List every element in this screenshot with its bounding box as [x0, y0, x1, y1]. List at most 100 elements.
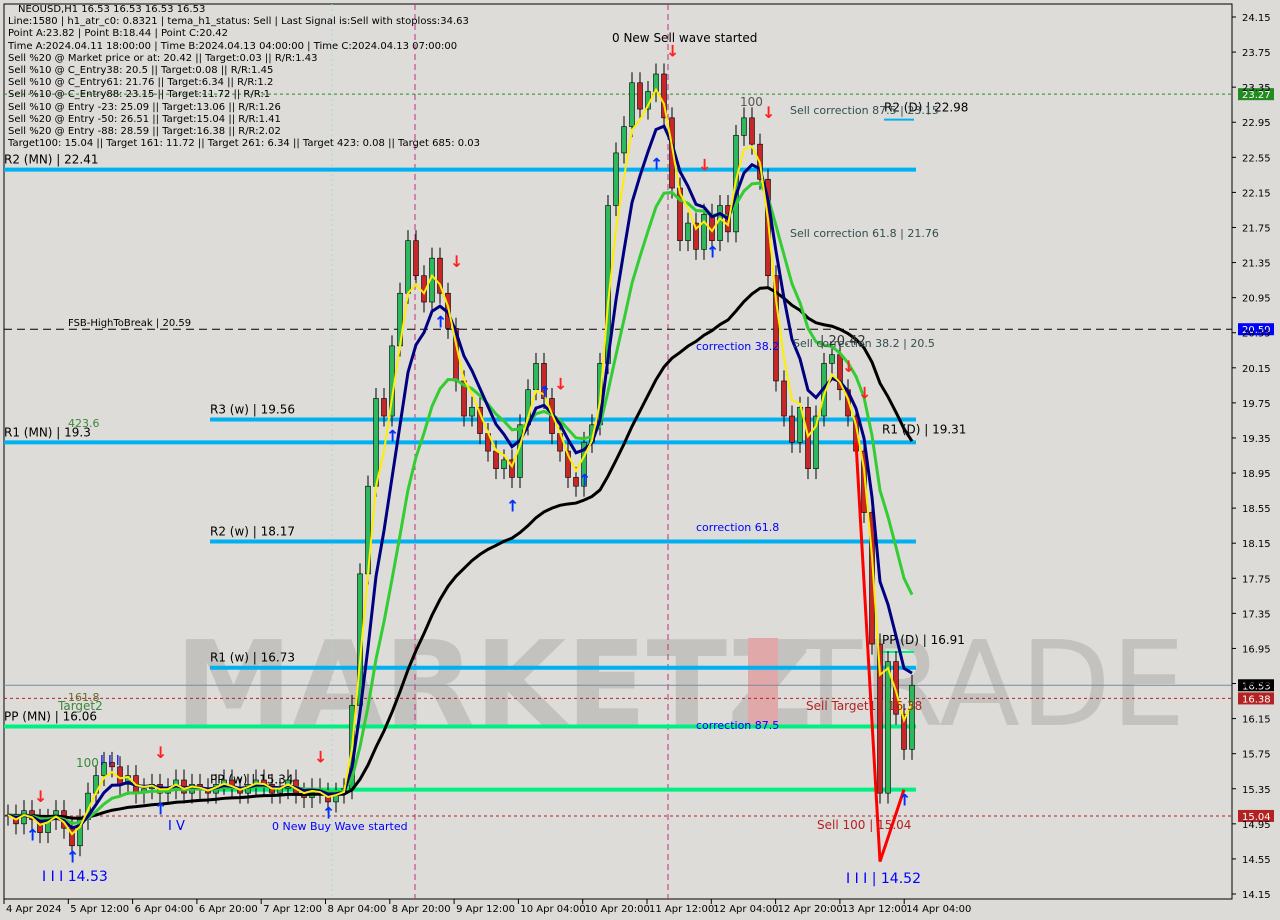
- y-tick-label: 16.15: [1242, 715, 1271, 726]
- chart-annotation: 100: [740, 95, 763, 109]
- sell-arrow-icon: ↓: [154, 743, 167, 762]
- info-line: Sell %10 @ C_Entry61: 21.76 || Target:6.…: [8, 77, 274, 89]
- x-tick-label: 12 Apr 20:00: [778, 904, 843, 915]
- info-line: Target100: 15.04 || Target 161: 11.72 ||…: [8, 138, 481, 150]
- chart-title: NEOUSD,H1 16.53 16.53 16.53 16.53: [18, 4, 206, 15]
- axis-price-tag-label: 16.38: [1242, 694, 1271, 705]
- x-tick-label: 10 Apr 04:00: [520, 904, 585, 915]
- chart-annotation: Sell Target1 | 16.38: [806, 699, 922, 713]
- pivot-level-label: R1 (D) | 19.31: [882, 422, 966, 436]
- info-line: Sell %10 @ C_Entry88: 23.15 || Target:11…: [8, 89, 271, 101]
- y-tick-label: 15.35: [1242, 785, 1271, 796]
- y-tick-label: 14.95: [1242, 820, 1271, 831]
- chart-annotation: Sell correction 87.5 | 23.15: [790, 104, 939, 117]
- sell-arrow-icon: ↓: [698, 155, 711, 174]
- y-tick-label: 18.15: [1242, 539, 1271, 550]
- chart-annotation: correction 87.5: [696, 719, 779, 732]
- buy-arrow-icon: ↑: [578, 470, 591, 489]
- x-tick-label: 9 Apr 12:00: [456, 904, 515, 915]
- info-line: Sell %20 @ Entry -88: 28.59 || Target:16…: [8, 126, 281, 138]
- y-tick-label: 21.35: [1242, 259, 1271, 270]
- chart-annotation: correction 38.2: [696, 340, 779, 353]
- candle-body: [909, 684, 915, 750]
- y-tick-label: 15.75: [1242, 750, 1271, 761]
- buy-arrow-icon: ↑: [898, 791, 911, 810]
- chart-annotation: 100: [76, 756, 99, 770]
- y-tick-label: 23.75: [1242, 48, 1271, 59]
- y-tick-label: 22.55: [1242, 153, 1271, 164]
- y-tick-label: 18.55: [1242, 504, 1271, 515]
- pivot-level-label: R2 (MN) | 22.41: [4, 153, 99, 167]
- y-tick-label: 22.15: [1242, 188, 1271, 199]
- chart-annotation: Target2: [57, 699, 103, 713]
- candle-body: [493, 450, 499, 469]
- chart-annotation: I V: [168, 819, 185, 834]
- watermark-bar: [748, 638, 778, 726]
- buy-arrow-icon: ↑: [154, 799, 167, 818]
- candle-body: [749, 117, 755, 145]
- y-tick-label: 17.35: [1242, 609, 1271, 620]
- candle-body: [789, 415, 795, 443]
- x-tick-label: 7 Apr 12:00: [263, 904, 322, 915]
- sell-arrow-icon: ↓: [34, 787, 47, 806]
- info-line: Sell %20 @ Market price or at: 20.42 || …: [8, 52, 318, 64]
- candle-body: [629, 82, 635, 127]
- pivot-level-label: R3 (w) | 19.56: [210, 403, 295, 417]
- info-line: Line:1580 | h1_atr_c0: 0.8321 | tema_h1_…: [8, 16, 469, 28]
- candle-body: [717, 205, 723, 241]
- y-tick-label: 14.55: [1242, 855, 1271, 866]
- x-tick-label: 4 Apr 2024: [6, 904, 61, 915]
- sell-arrow-icon: ↓: [858, 383, 871, 402]
- info-line: Sell %20 @ Entry -50: 26.51 || Target:15…: [8, 113, 281, 125]
- buy-arrow-icon: ↑: [434, 313, 447, 332]
- candle-body: [829, 354, 835, 364]
- candle-body: [469, 406, 475, 417]
- buy-arrow-icon: ↑: [386, 427, 399, 446]
- price-line-label: FSB-HighToBreak | 20.59: [68, 318, 191, 329]
- y-tick-label: 19.35: [1242, 434, 1271, 445]
- x-tick-label: 5 Apr 12:00: [70, 904, 129, 915]
- pivot-level-label: R1 (w) | 16.73: [210, 651, 295, 665]
- y-tick-label: 23.35: [1242, 83, 1271, 94]
- watermark-left: MARKETZ: [175, 615, 813, 753]
- chart-annotation: I I I: [100, 754, 120, 769]
- chart-annotation: Sell correction 61.8 | 21.76: [790, 227, 939, 240]
- y-tick-label: 17.75: [1242, 574, 1271, 585]
- chart-annotation: Sell 100 | 15.04: [817, 818, 911, 832]
- candle-body: [405, 240, 411, 294]
- indicator-info-panel: NEOUSD,H1 16.53 16.53 16.53 16.53 Line:1…: [8, 4, 480, 150]
- y-tick-label: 14.15: [1242, 890, 1271, 901]
- candle-body: [637, 82, 643, 110]
- sell-arrow-icon: ↓: [762, 103, 775, 122]
- candle-body: [501, 459, 507, 469]
- y-tick-label: 16.95: [1242, 644, 1271, 655]
- x-tick-label: 8 Apr 20:00: [392, 904, 451, 915]
- x-tick-label: 12 Apr 04:00: [713, 904, 778, 915]
- chart-annotation: 0 New Buy Wave started: [272, 820, 408, 833]
- y-tick-label: 16.55: [1242, 680, 1271, 691]
- sell-arrow-icon: ↓: [554, 375, 567, 394]
- info-line: Sell %10 @ C_Entry38: 20.5 || Target:0.0…: [8, 65, 274, 77]
- info-line: Time A:2024.04.11 18:00:00 | Time B:2024…: [8, 40, 458, 52]
- x-tick-label: 8 Apr 04:00: [328, 904, 387, 915]
- watermark: MARKETZ TRADE: [175, 615, 1185, 753]
- chart-annotation: 0 New Sell wave started: [612, 31, 757, 45]
- candle-body: [805, 406, 811, 469]
- y-tick-label: 21.75: [1242, 223, 1271, 234]
- y-tick-label: 20.55: [1242, 329, 1271, 340]
- buy-arrow-icon: ↑: [506, 497, 519, 516]
- buy-arrow-icon: ↑: [538, 383, 551, 402]
- x-tick-label: 6 Apr 20:00: [199, 904, 258, 915]
- y-tick-label: 24.15: [1242, 13, 1271, 24]
- buy-arrow-icon: ↑: [650, 155, 663, 174]
- candle-body: [117, 766, 123, 785]
- x-tick-label: 14 Apr 04:00: [906, 904, 971, 915]
- sell-arrow-icon: ↓: [842, 357, 855, 376]
- candle-body: [413, 240, 419, 277]
- chart-annotation: I I I 14.53: [42, 869, 108, 885]
- chart-annotation: correction 61.8: [696, 521, 779, 534]
- buy-arrow-icon: ↑: [706, 242, 719, 261]
- sell-arrow-icon: ↓: [314, 747, 327, 766]
- y-tick-label: 19.75: [1242, 399, 1271, 410]
- y-tick-label: 20.95: [1242, 294, 1271, 305]
